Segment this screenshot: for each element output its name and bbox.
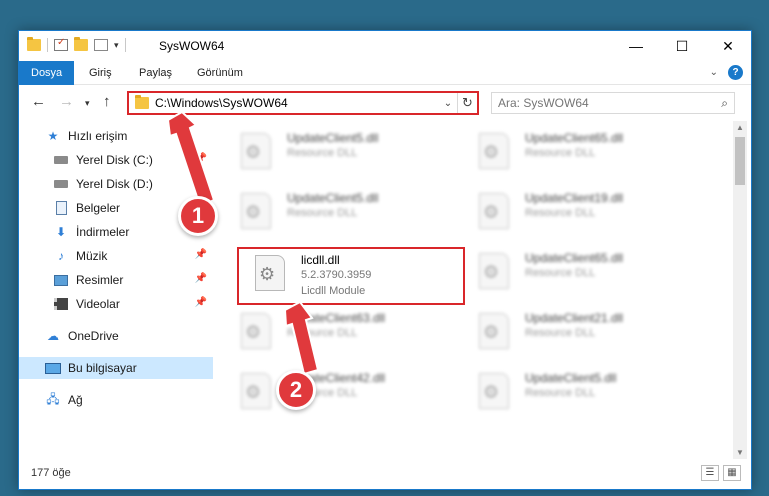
annotation-arrows (166, 110, 320, 376)
step-badge-1: 1 (178, 196, 218, 236)
arrow-2 (283, 300, 320, 376)
arrow-1 (166, 110, 216, 208)
step-badge-2: 2 (276, 370, 316, 410)
